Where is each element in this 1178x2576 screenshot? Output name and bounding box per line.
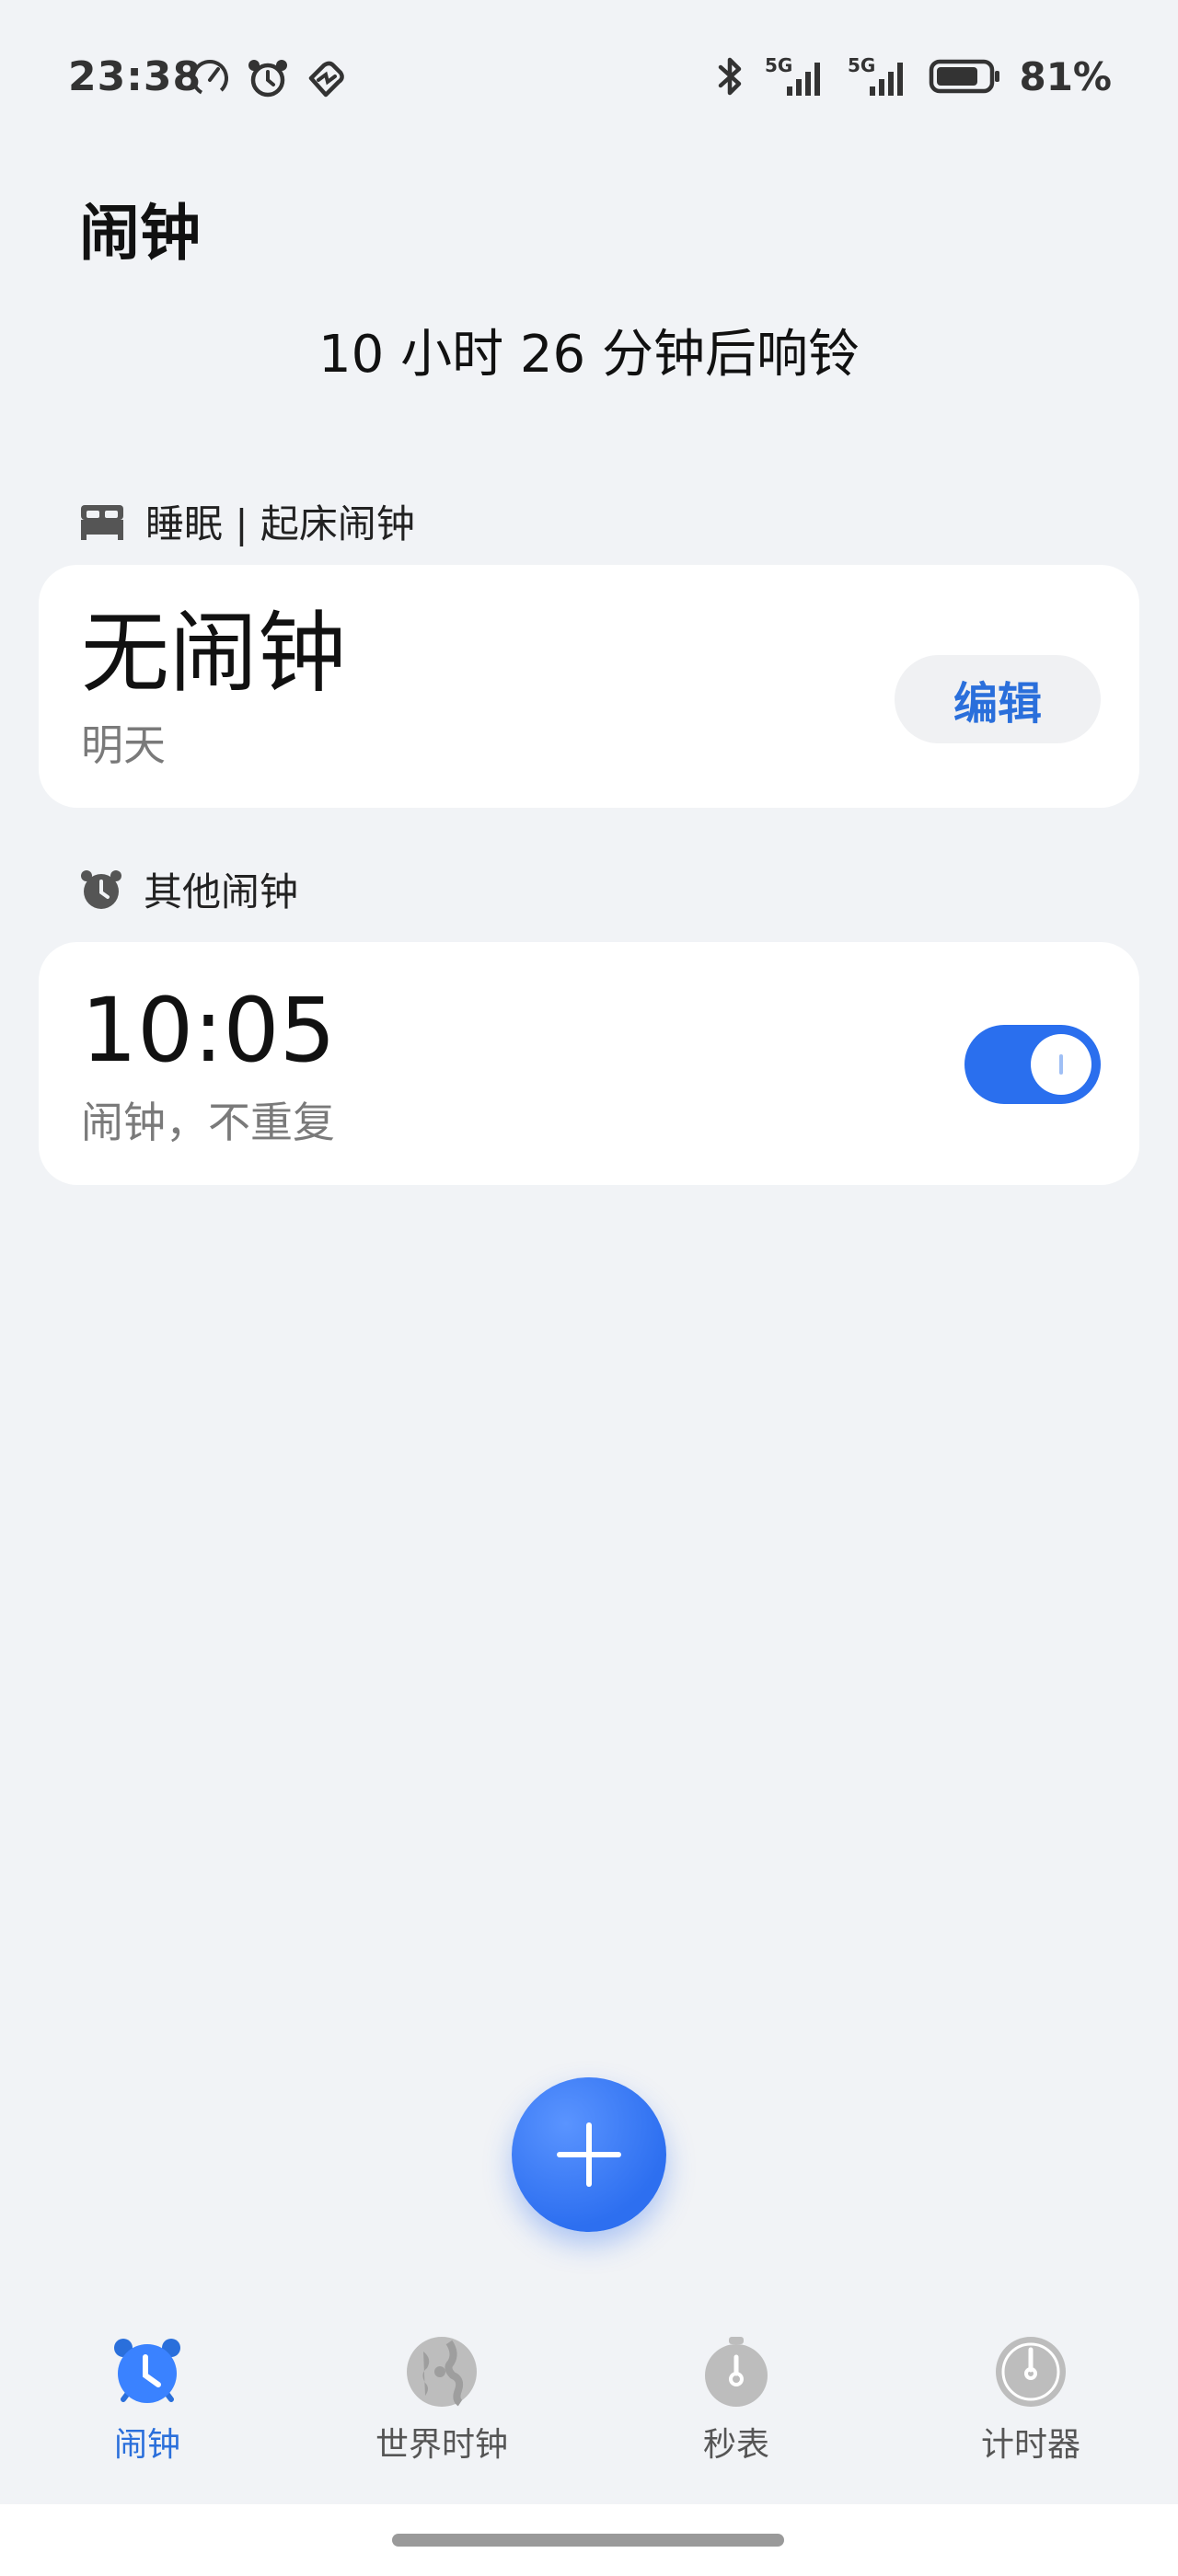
health-heart-icon: [308, 61, 344, 98]
bed-icon: [81, 504, 123, 540]
other-alarms-section-label: 其他闹钟: [144, 869, 299, 914]
sleep-alarm-day: 明天: [81, 720, 166, 770]
nav-item-stopwatch[interactable]: 秒表: [589, 2318, 884, 2466]
timer-icon: [996, 2337, 1066, 2407]
alarm-clock-icon: [81, 869, 121, 909]
battery-icon: [930, 59, 1000, 94]
sleep-section-header: 睡眠 | 起床闹钟: [79, 493, 415, 549]
edit-button[interactable]: 编辑: [895, 655, 1101, 743]
nav-label-timer: 计时器: [980, 2426, 1080, 2464]
alarm-toggle[interactable]: [964, 1025, 1101, 1104]
stopwatch-icon: [705, 2337, 768, 2407]
sleep-alarm-card[interactable]: 无闹钟 明天 编辑: [39, 565, 1139, 808]
bluetooth-icon: [719, 57, 742, 96]
plus-icon: [557, 2122, 621, 2187]
nav-item-timer[interactable]: 计时器: [884, 2318, 1178, 2466]
bottom-nav: 闹钟 世界时钟 秒表 计时器: [0, 2318, 1178, 2502]
alarm-description: 闹钟，不重复: [81, 1098, 335, 1147]
alarm-icon: [248, 60, 287, 98]
add-alarm-button[interactable]: [512, 2077, 666, 2232]
battery-percentage: 81%: [1019, 53, 1112, 99]
nav-item-alarm[interactable]: 闹钟: [0, 2318, 294, 2466]
globe-icon: [407, 2337, 477, 2407]
sleep-alarm-status: 无闹钟: [81, 602, 346, 705]
status-time: 23:38: [68, 53, 202, 100]
alarm-time: 10:05: [81, 979, 336, 1082]
home-indicator[interactable]: [392, 2534, 784, 2547]
nav-item-world-clock[interactable]: 世界时钟: [294, 2318, 589, 2466]
other-alarms-section-header: 其他闹钟: [79, 861, 298, 917]
signal-5g-sim2-icon: 5G: [848, 54, 904, 96]
status-bar: 23:38 5G 5G 81%: [0, 0, 1178, 156]
alarm-toggle-knob: [1031, 1034, 1091, 1095]
alarm-clock-icon: [114, 2339, 180, 2403]
page-title: 闹钟: [79, 198, 201, 269]
battery-fill: [937, 67, 978, 86]
nav-label-world-clock: 世界时钟: [375, 2426, 508, 2464]
next-ring-countdown: 10 小时 26 分钟后响铃: [318, 325, 860, 385]
status-left-icons: [190, 57, 346, 99]
speedometer-icon: [191, 60, 228, 97]
nav-label-stopwatch: 秒表: [702, 2426, 769, 2464]
nav-label-alarm: 闹钟: [113, 2426, 180, 2464]
status-right: 5G 5G 81%: [713, 53, 1112, 99]
sleep-section-label: 睡眠 | 起床闹钟: [145, 501, 415, 546]
signal-5g-sim1-icon: 5G: [765, 54, 821, 96]
alarm-card[interactable]: 10:05 闹钟，不重复: [39, 942, 1139, 1185]
network-label-2: 5G: [848, 54, 875, 76]
network-label-1: 5G: [765, 54, 792, 76]
